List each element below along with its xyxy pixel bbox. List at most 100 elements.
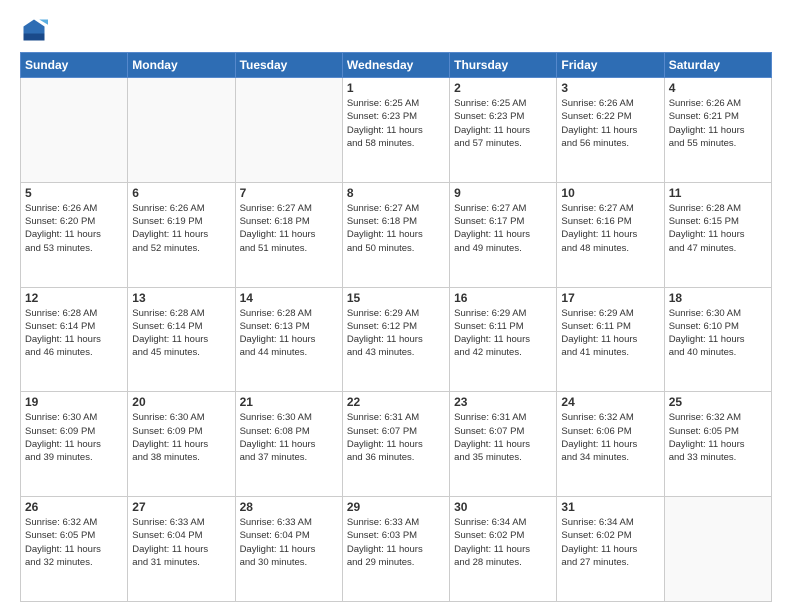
- calendar-cell: 16 Sunrise: 6:29 AM Sunset: 6:11 PM Dayli…: [450, 287, 557, 392]
- day-info: Sunrise: 6:32 AM Sunset: 6:05 PM Dayligh…: [25, 516, 123, 569]
- calendar-cell: 25Sunrise: 6:32 AM Sunset: 6:05 PM Dayli…: [664, 392, 771, 497]
- day-info: Sunrise: 6:27 AM Sunset: 6:18 PM Dayligh…: [240, 202, 338, 255]
- calendar-table: SundayMondayTuesdayWednesdayThursdayFrid…: [20, 52, 772, 602]
- calendar-week-2: 5 Sunrise: 6:26 AM Sunset: 6:20 PM Daylig…: [21, 182, 772, 287]
- calendar-week-3: 12 Sunrise: 6:28 AM Sunset: 6:14 PM Dayli…: [21, 287, 772, 392]
- calendar-cell: 18 Sunrise: 6:30 AM Sunset: 6:10 PM Dayli…: [664, 287, 771, 392]
- weekday-header-sunday: Sunday: [21, 53, 128, 78]
- calendar-cell: 8 Sunrise: 6:27 AM Sunset: 6:18 PM Daylig…: [342, 182, 449, 287]
- calendar-cell: 2 Sunrise: 6:25 AM Sunset: 6:23 PM Daylig…: [450, 78, 557, 183]
- day-info: Sunrise: 6:27 AM Sunset: 6:18 PM Dayligh…: [347, 202, 445, 255]
- day-number: 26: [25, 500, 123, 514]
- day-number: 22: [347, 395, 445, 409]
- day-info: Sunrise: 6:25 AM Sunset: 6:23 PM Dayligh…: [347, 97, 445, 150]
- day-info: Sunrise: 6:29 AM Sunset: 6:11 PM Dayligh…: [454, 307, 552, 360]
- calendar-cell: 9 Sunrise: 6:27 AM Sunset: 6:17 PM Daylig…: [450, 182, 557, 287]
- calendar-cell: 11 Sunrise: 6:28 AM Sunset: 6:15 PM Dayli…: [664, 182, 771, 287]
- calendar-cell: 3 Sunrise: 6:26 AM Sunset: 6:22 PM Daylig…: [557, 78, 664, 183]
- day-info: Sunrise: 6:34 AM Sunset: 6:02 PM Dayligh…: [454, 516, 552, 569]
- calendar-cell: 6 Sunrise: 6:26 AM Sunset: 6:19 PM Daylig…: [128, 182, 235, 287]
- calendar-cell: 24Sunrise: 6:32 AM Sunset: 6:06 PM Dayli…: [557, 392, 664, 497]
- logo-icon: [20, 16, 48, 44]
- calendar-cell: 15 Sunrise: 6:29 AM Sunset: 6:12 PM Dayli…: [342, 287, 449, 392]
- day-info: Sunrise: 6:33 AM Sunset: 6:04 PM Dayligh…: [240, 516, 338, 569]
- calendar-cell: 29 Sunrise: 6:33 AM Sunset: 6:03 PM Dayli…: [342, 497, 449, 602]
- day-number: 19: [25, 395, 123, 409]
- calendar-cell: 28 Sunrise: 6:33 AM Sunset: 6:04 PM Dayli…: [235, 497, 342, 602]
- logo: [20, 16, 52, 44]
- day-number: 24: [561, 395, 659, 409]
- day-number: 29: [347, 500, 445, 514]
- day-info: Sunrise: 6:30 AM Sunset: 6:09 PM Dayligh…: [25, 411, 123, 464]
- weekday-header-thursday: Thursday: [450, 53, 557, 78]
- day-number: 25: [669, 395, 767, 409]
- calendar-cell: 19 Sunrise: 6:30 AM Sunset: 6:09 PM Dayli…: [21, 392, 128, 497]
- day-info: Sunrise: 6:28 AM Sunset: 6:15 PM Dayligh…: [669, 202, 767, 255]
- day-info: Sunrise: 6:30 AM Sunset: 6:09 PM Dayligh…: [132, 411, 230, 464]
- day-number: 30: [454, 500, 552, 514]
- calendar-cell: [664, 497, 771, 602]
- day-info: Sunrise: 6:34 AM Sunset: 6:02 PM Dayligh…: [561, 516, 659, 569]
- day-number: 2: [454, 81, 552, 95]
- day-info: Sunrise: 6:28 AM Sunset: 6:14 PM Dayligh…: [25, 307, 123, 360]
- day-info: Sunrise: 6:25 AM Sunset: 6:23 PM Dayligh…: [454, 97, 552, 150]
- day-info: Sunrise: 6:26 AM Sunset: 6:19 PM Dayligh…: [132, 202, 230, 255]
- day-info: Sunrise: 6:30 AM Sunset: 6:08 PM Dayligh…: [240, 411, 338, 464]
- day-number: 13: [132, 291, 230, 305]
- calendar-cell: 17Sunrise: 6:29 AM Sunset: 6:11 PM Dayli…: [557, 287, 664, 392]
- day-number: 16: [454, 291, 552, 305]
- day-number: 28: [240, 500, 338, 514]
- day-number: 5: [25, 186, 123, 200]
- day-info: Sunrise: 6:26 AM Sunset: 6:20 PM Dayligh…: [25, 202, 123, 255]
- day-info: Sunrise: 6:28 AM Sunset: 6:14 PM Dayligh…: [132, 307, 230, 360]
- calendar-cell: 10 Sunrise: 6:27 AM Sunset: 6:16 PM Dayli…: [557, 182, 664, 287]
- day-number: 21: [240, 395, 338, 409]
- day-number: 12: [25, 291, 123, 305]
- weekday-header-tuesday: Tuesday: [235, 53, 342, 78]
- day-info: Sunrise: 6:26 AM Sunset: 6:22 PM Dayligh…: [561, 97, 659, 150]
- calendar-cell: 13 Sunrise: 6:28 AM Sunset: 6:14 PM Dayli…: [128, 287, 235, 392]
- day-number: 3: [561, 81, 659, 95]
- day-number: 6: [132, 186, 230, 200]
- calendar-week-4: 19 Sunrise: 6:30 AM Sunset: 6:09 PM Dayli…: [21, 392, 772, 497]
- weekday-header-monday: Monday: [128, 53, 235, 78]
- day-number: 9: [454, 186, 552, 200]
- day-info: Sunrise: 6:33 AM Sunset: 6:03 PM Dayligh…: [347, 516, 445, 569]
- day-number: 20: [132, 395, 230, 409]
- day-info: Sunrise: 6:29 AM Sunset: 6:12 PM Dayligh…: [347, 307, 445, 360]
- day-number: 18: [669, 291, 767, 305]
- calendar-cell: [235, 78, 342, 183]
- day-number: 1: [347, 81, 445, 95]
- calendar-cell: 4 Sunrise: 6:26 AM Sunset: 6:21 PM Daylig…: [664, 78, 771, 183]
- calendar-cell: 12 Sunrise: 6:28 AM Sunset: 6:14 PM Dayli…: [21, 287, 128, 392]
- day-number: 4: [669, 81, 767, 95]
- day-info: Sunrise: 6:33 AM Sunset: 6:04 PM Dayligh…: [132, 516, 230, 569]
- weekday-header-friday: Friday: [557, 53, 664, 78]
- day-number: 11: [669, 186, 767, 200]
- header: [20, 16, 772, 44]
- weekday-header-saturday: Saturday: [664, 53, 771, 78]
- calendar-cell: 5 Sunrise: 6:26 AM Sunset: 6:20 PM Daylig…: [21, 182, 128, 287]
- day-number: 10: [561, 186, 659, 200]
- day-number: 17: [561, 291, 659, 305]
- calendar-cell: 30 Sunrise: 6:34 AM Sunset: 6:02 PM Dayli…: [450, 497, 557, 602]
- day-number: 7: [240, 186, 338, 200]
- calendar-cell: 14Sunrise: 6:28 AM Sunset: 6:13 PM Dayli…: [235, 287, 342, 392]
- calendar-cell: 31Sunrise: 6:34 AM Sunset: 6:02 PM Dayli…: [557, 497, 664, 602]
- calendar-cell: 23 Sunrise: 6:31 AM Sunset: 6:07 PM Dayli…: [450, 392, 557, 497]
- day-info: Sunrise: 6:31 AM Sunset: 6:07 PM Dayligh…: [454, 411, 552, 464]
- day-info: Sunrise: 6:27 AM Sunset: 6:16 PM Dayligh…: [561, 202, 659, 255]
- day-number: 23: [454, 395, 552, 409]
- page: SundayMondayTuesdayWednesdayThursdayFrid…: [0, 0, 792, 612]
- day-info: Sunrise: 6:27 AM Sunset: 6:17 PM Dayligh…: [454, 202, 552, 255]
- day-info: Sunrise: 6:30 AM Sunset: 6:10 PM Dayligh…: [669, 307, 767, 360]
- calendar-cell: 27 Sunrise: 6:33 AM Sunset: 6:04 PM Dayli…: [128, 497, 235, 602]
- day-info: Sunrise: 6:28 AM Sunset: 6:13 PM Dayligh…: [240, 307, 338, 360]
- day-info: Sunrise: 6:26 AM Sunset: 6:21 PM Dayligh…: [669, 97, 767, 150]
- day-number: 8: [347, 186, 445, 200]
- day-number: 27: [132, 500, 230, 514]
- calendar-week-5: 26 Sunrise: 6:32 AM Sunset: 6:05 PM Dayli…: [21, 497, 772, 602]
- day-number: 15: [347, 291, 445, 305]
- calendar-cell: 7 Sunrise: 6:27 AM Sunset: 6:18 PM Daylig…: [235, 182, 342, 287]
- calendar-week-1: 1 Sunrise: 6:25 AM Sunset: 6:23 PM Daylig…: [21, 78, 772, 183]
